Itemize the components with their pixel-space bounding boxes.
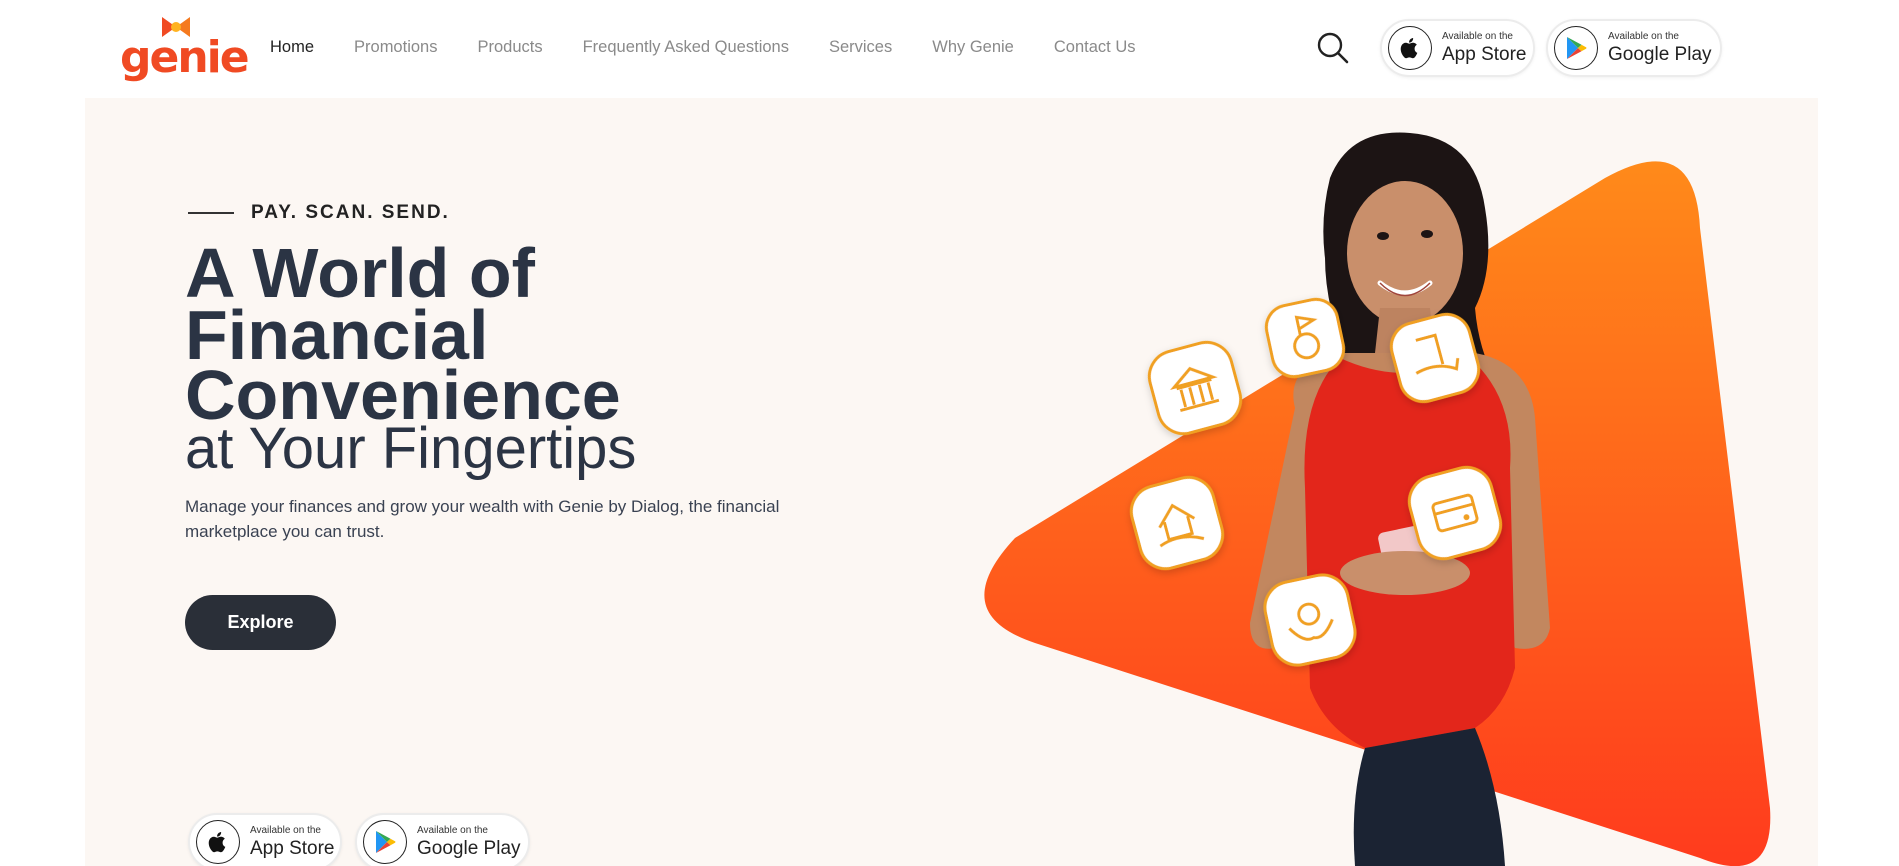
google-play-icon <box>363 820 407 864</box>
badge-store-name: Google Play <box>1608 44 1712 65</box>
hero-illustration <box>984 132 1771 866</box>
woman-face <box>1347 181 1463 325</box>
hero-eyebrow: PAY. SCAN. SEND. <box>188 202 450 224</box>
search-icon <box>1317 32 1349 64</box>
hero-section: PAY. SCAN. SEND. A World of Financial Co… <box>85 98 1818 866</box>
nav-home[interactable]: Home <box>270 38 314 57</box>
nav-faq[interactable]: Frequently Asked Questions <box>583 38 789 57</box>
header-app-store-badge[interactable]: Available on the App Store <box>1380 19 1535 77</box>
nav-why-genie[interactable]: Why Genie <box>932 38 1014 57</box>
hero-app-store-badge[interactable]: Available on the App Store <box>188 813 342 866</box>
apple-icon <box>196 820 240 864</box>
nav-products[interactable]: Products <box>477 38 542 57</box>
badge-store-name: Google Play <box>417 838 521 859</box>
header-google-play-badge[interactable]: Available on the Google Play <box>1546 19 1722 77</box>
hero-google-play-badge[interactable]: Available on the Google Play <box>355 813 530 866</box>
eyebrow-divider <box>188 212 234 214</box>
eyebrow-text: PAY. SCAN. SEND. <box>251 202 450 223</box>
loan-medal-icon <box>1264 297 1346 379</box>
site-header: genie Home Promotions Products Frequentl… <box>0 0 1899 98</box>
savings-hands-icon <box>1263 573 1357 667</box>
badge-store-name: App Store <box>1442 44 1527 65</box>
genie-logo[interactable]: genie <box>120 14 250 84</box>
hero-headline-line-4: at Your Fingertips <box>185 416 637 481</box>
badge-store-name: App Store <box>250 838 335 859</box>
apple-icon <box>1388 26 1432 70</box>
main-nav: Home Promotions Products Frequently Aske… <box>270 38 1136 57</box>
search-button[interactable] <box>1316 31 1350 65</box>
explore-button[interactable]: Explore <box>185 595 336 650</box>
hero-description: Manage your finances and grow your wealt… <box>185 497 780 541</box>
logo-wordmark: genie <box>120 32 250 83</box>
nav-promotions[interactable]: Promotions <box>354 38 437 57</box>
badge-small-text: Available on the <box>1442 31 1513 42</box>
nav-services[interactable]: Services <box>829 38 892 57</box>
nav-contact-us[interactable]: Contact Us <box>1054 38 1136 57</box>
google-play-icon <box>1554 26 1598 70</box>
badge-small-text: Available on the <box>1608 31 1679 42</box>
badge-small-text: Available on the <box>250 825 321 836</box>
badge-small-text: Available on the <box>417 825 488 836</box>
